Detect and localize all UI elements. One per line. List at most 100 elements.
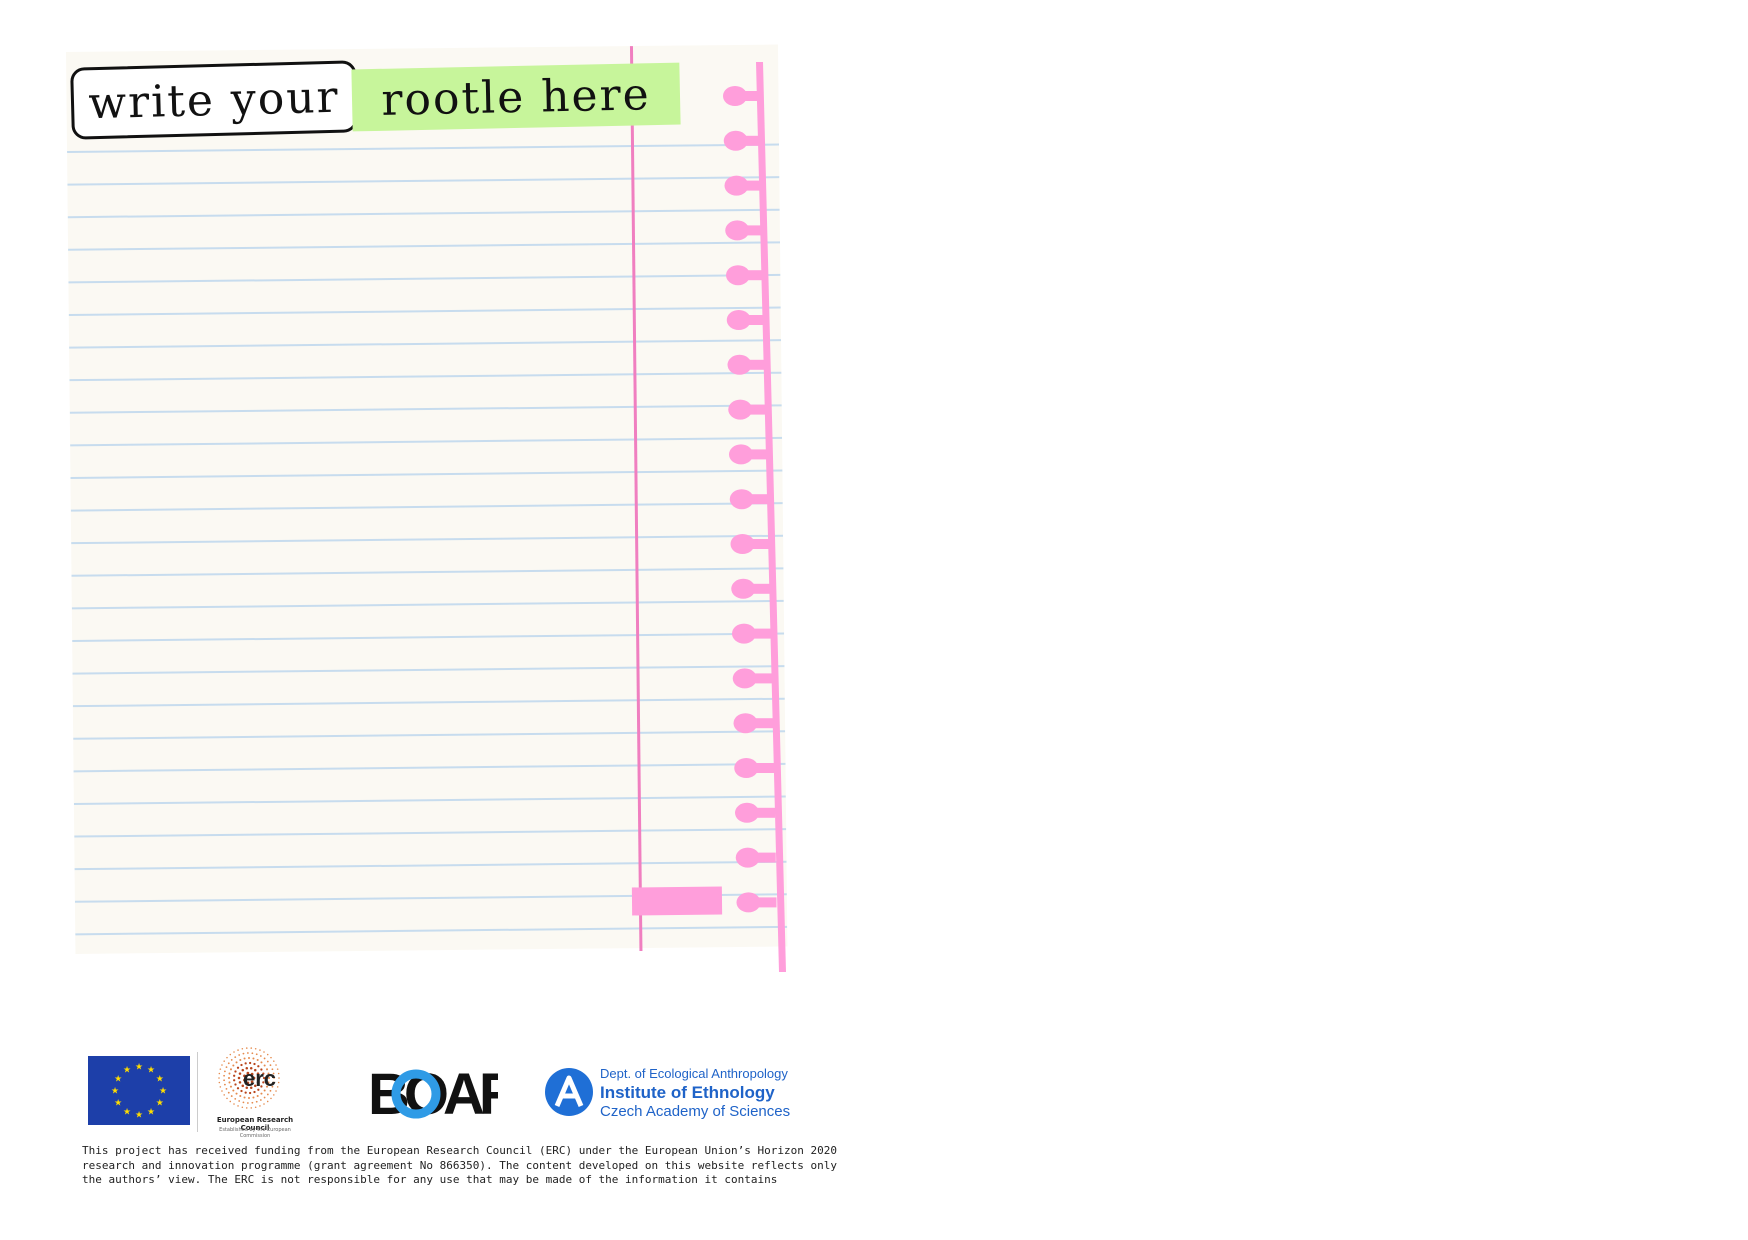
erc-dot [260, 1092, 263, 1095]
erc-dot [238, 1072, 242, 1075]
erc-dot [260, 1061, 263, 1064]
erc-dot [227, 1076, 231, 1080]
erc-dot [256, 1094, 259, 1098]
erc-dot [229, 1085, 233, 1088]
erc-dot [266, 1053, 269, 1056]
ruled-line [69, 339, 782, 349]
erc-dot [273, 1060, 275, 1062]
erc-dot [232, 1064, 235, 1067]
erc-dot [237, 1049, 239, 1051]
institute-title: Institute of Ethnology [600, 1083, 775, 1102]
erc-dot [246, 1102, 249, 1104]
erc-dot [225, 1066, 228, 1069]
ruled-line [71, 567, 784, 577]
eu-star-icon: ★ [135, 1063, 143, 1073]
erc-dot [242, 1101, 245, 1104]
erc-dot [230, 1095, 233, 1097]
erc-dot [224, 1070, 226, 1073]
erc-dot [236, 1066, 240, 1069]
ruled-line [67, 143, 780, 153]
erc-dot [248, 1091, 252, 1095]
erc-dot [242, 1052, 245, 1055]
erc-dot [245, 1107, 248, 1109]
title-highlighted-text: rootle here [351, 62, 681, 132]
erc-dot [226, 1056, 228, 1059]
erc-dot [259, 1055, 262, 1057]
erc-dot [255, 1053, 258, 1056]
erc-dot [237, 1076, 241, 1080]
erc-dot [224, 1083, 226, 1086]
erc-dot [251, 1101, 254, 1104]
erc-dot [232, 1089, 235, 1092]
ruled-line [73, 762, 786, 773]
erc-dot [273, 1094, 275, 1096]
erc-dot [255, 1100, 258, 1103]
erc-dot [239, 1094, 242, 1098]
erc-subline: Established by the European Commission [219, 1127, 291, 1139]
institute-name: Dept. of Ecological Anthropology Institu… [600, 1066, 820, 1121]
erc-dot [241, 1047, 244, 1050]
erc-dot [252, 1096, 255, 1099]
ruled-line [74, 860, 787, 871]
erc-dot [251, 1052, 254, 1055]
erc-dot [221, 1064, 223, 1066]
ruled-line [72, 632, 785, 642]
erc-dot [247, 1056, 251, 1060]
erc-dot [226, 1097, 228, 1100]
ruled-line [70, 502, 783, 512]
erc-dot [263, 1057, 266, 1060]
erc-dot [236, 1087, 240, 1090]
ruled-line [67, 176, 780, 186]
boar-logo: BOAR [368, 1064, 498, 1120]
erc-dot [235, 1061, 238, 1064]
erc-dot [233, 1074, 236, 1077]
erc-dot [270, 1097, 272, 1100]
erc-dot [234, 1070, 237, 1073]
eu-star-icon: ★ [156, 1099, 164, 1109]
erc-dot [218, 1072, 221, 1075]
eu-star-icon: ★ [114, 1099, 122, 1109]
ruled-line [73, 730, 786, 740]
ruled-lines [67, 143, 788, 936]
erc-dot [276, 1086, 279, 1088]
erc-dot [230, 1059, 233, 1061]
erc-dot [223, 1079, 226, 1082]
eu-star-icon: ★ [147, 1107, 155, 1117]
erc-logo: erc European Research Council Establishe… [205, 1046, 305, 1139]
eu-star-icon: ★ [123, 1066, 131, 1076]
erc-dot [277, 1072, 280, 1075]
erc-dot [238, 1081, 242, 1084]
erc-dot [229, 1068, 233, 1071]
ruled-line [72, 665, 785, 675]
ruled-line [71, 599, 784, 610]
erc-dot [221, 1090, 223, 1092]
erc-dot [227, 1062, 230, 1065]
erc-dot [250, 1047, 253, 1049]
erc-dot [248, 1061, 252, 1065]
erc-dot [233, 1103, 235, 1105]
funding-disclaimer: This project has received funding from t… [82, 1144, 837, 1186]
erc-dot [254, 1106, 257, 1109]
erc-dot [238, 1100, 241, 1102]
ruled-line [72, 697, 785, 708]
erc-dot [234, 1083, 237, 1086]
erc-dot [234, 1097, 237, 1100]
erc-dot [243, 1057, 246, 1060]
ruled-line [68, 241, 781, 251]
erc-dot [278, 1077, 280, 1079]
erc-dot [218, 1081, 221, 1084]
eu-star-icon: ★ [135, 1111, 143, 1121]
erc-dot [239, 1058, 242, 1062]
erc-dot [233, 1079, 236, 1082]
ruled-line [67, 208, 780, 219]
erc-dot [228, 1081, 231, 1084]
erc-dot [235, 1092, 238, 1095]
erc-mark: erc [243, 1066, 277, 1091]
erc-dot [245, 1047, 248, 1049]
erc-dot [234, 1056, 237, 1059]
erc-dot [270, 1056, 272, 1059]
notebook-sheet [66, 44, 788, 954]
erc-dot [219, 1068, 222, 1070]
erc-dot [277, 1081, 280, 1084]
erc-dot [263, 1051, 265, 1053]
